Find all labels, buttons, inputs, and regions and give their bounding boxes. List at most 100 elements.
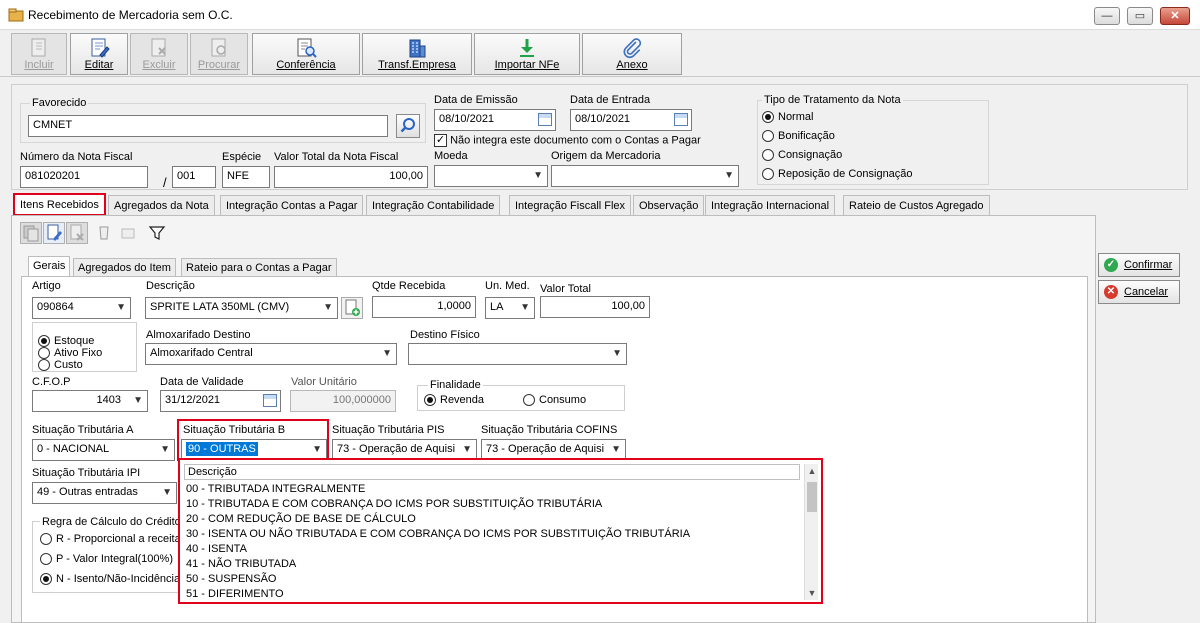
tab-observacao[interactable]: Observação xyxy=(633,195,705,215)
edit-item-icon[interactable] xyxy=(43,222,65,244)
sit-b-dropdown-list: Descrição 00 - TRIBUTADA INTEGRALMENTE 1… xyxy=(178,458,823,604)
list-item[interactable]: 30 - ISENTA OU NÃO TRIBUTADA E COM COBRA… xyxy=(186,528,690,540)
app-icon xyxy=(8,8,24,22)
data-emissao-field[interactable]: 08/10/2021 xyxy=(434,109,556,131)
chevron-down-icon: ▼ xyxy=(520,302,530,313)
unmed-select[interactable]: LA ▼ xyxy=(485,297,535,319)
validade-field[interactable]: 31/12/2021 xyxy=(160,390,281,412)
tab-integracao-contabilidade[interactable]: Integração Contabilidade xyxy=(366,195,501,215)
ativo-fixo-radio[interactable]: Ativo Fixo xyxy=(38,347,102,360)
list-item[interactable]: 10 - TRIBUTADA E COM COBRANÇA DO ICMS PO… xyxy=(186,498,602,510)
regra-n-radio[interactable]: N - Isento/Não-Incidência xyxy=(40,573,180,586)
custo-radio[interactable]: Custo xyxy=(38,359,83,372)
cup-icon[interactable] xyxy=(96,225,112,241)
excluir-button[interactable]: Excluir xyxy=(130,33,188,75)
delete-item-icon[interactable] xyxy=(66,222,88,244)
tab-agregados-nota[interactable]: Agregados da Nota xyxy=(108,195,215,215)
descricao-label: Descrição xyxy=(146,280,195,292)
valor-total-item-field[interactable]: 100,00 xyxy=(540,296,650,318)
tab-integracao-contas-pagar[interactable]: Integração Contas a Pagar xyxy=(220,195,364,215)
tratamento-bonificacao-radio[interactable]: Bonificação xyxy=(762,130,835,143)
especie-field[interactable]: NFE xyxy=(222,166,270,188)
qtde-field[interactable]: 1,0000 xyxy=(372,296,476,318)
scroll-thumb[interactable] xyxy=(807,482,817,512)
origem-select[interactable]: ▼ xyxy=(551,165,739,187)
confirmar-button[interactable]: ✓ Confirmar xyxy=(1098,253,1180,277)
calendar-icon[interactable] xyxy=(674,113,688,126)
list-item[interactable]: 00 - TRIBUTADA INTEGRALMENTE xyxy=(186,483,365,495)
image-icon[interactable] xyxy=(120,225,136,241)
especie-label: Espécie xyxy=(222,151,262,163)
serie-field[interactable]: 001 xyxy=(172,166,216,188)
tratamento-normal-radio[interactable]: Normal xyxy=(762,111,813,124)
chevron-down-icon: ▼ xyxy=(462,444,472,455)
add-artigo-button[interactable] xyxy=(341,297,363,319)
title-bar: Recebimento de Mercadoria sem O.C. — ▭ ✕ xyxy=(0,0,1200,30)
tab-integracao-internacional[interactable]: Integração Internacional xyxy=(705,195,836,215)
close-button[interactable]: ✕ xyxy=(1160,7,1190,25)
scroll-up-icon[interactable]: ▲ xyxy=(805,466,819,476)
cancelar-button[interactable]: ✕ Cancelar xyxy=(1098,280,1180,304)
chevron-down-icon: ▼ xyxy=(116,302,126,313)
tratamento-consignacao-radio[interactable]: Consignação xyxy=(762,149,842,162)
data-entrada-field[interactable]: 08/10/2021 xyxy=(570,109,692,131)
moeda-select[interactable]: ▼ xyxy=(434,165,548,187)
dropdown-scrollbar[interactable]: ▲ ▼ xyxy=(804,464,818,600)
importar-nfe-button[interactable]: Importar NFe xyxy=(474,33,580,75)
favorecido-label: Favorecido xyxy=(30,97,89,109)
incluir-button[interactable]: Incluir xyxy=(11,33,67,75)
checkbox-check-icon[interactable]: ✓ xyxy=(434,134,447,147)
destino-select[interactable]: ▼ xyxy=(408,343,627,365)
tab-agregados-item[interactable]: Agregados do Item xyxy=(73,258,176,276)
conferencia-button[interactable]: Conferência xyxy=(252,33,360,75)
descricao-select[interactable]: SPRITE LATA 350ML (CMV) ▼ xyxy=(145,297,338,319)
regra-r-radio[interactable]: R - Proporcional a receita xyxy=(40,533,180,546)
consumo-radio[interactable]: Consumo xyxy=(523,394,586,407)
valor-total-nf-field[interactable]: 100,00 xyxy=(274,166,428,188)
tab-gerais[interactable]: Gerais xyxy=(28,256,71,276)
estoque-radio[interactable]: Estoque xyxy=(38,335,94,348)
almox-select[interactable]: Almoxarifado Central ▼ xyxy=(145,343,397,365)
favorecido-field[interactable]: CMNET xyxy=(28,115,388,137)
chevron-down-icon: ▼ xyxy=(382,348,392,359)
tab-rateio-custos[interactable]: Rateio de Custos Agregado xyxy=(843,195,990,215)
editar-button[interactable]: Editar xyxy=(70,33,128,75)
tab-rateio-contas-pagar[interactable]: Rateio para o Contas a Pagar xyxy=(181,258,337,276)
finalidade-label: Finalidade xyxy=(428,379,483,391)
artigo-select[interactable]: 090864 ▼ xyxy=(32,297,131,319)
copy-item-icon[interactable] xyxy=(20,222,42,244)
calendar-icon[interactable] xyxy=(263,394,277,407)
favorecido-search-button[interactable] xyxy=(396,114,420,138)
toolbar: Incluir Editar Excluir Procurar Conferên… xyxy=(0,31,1200,77)
scroll-down-icon[interactable]: ▼ xyxy=(805,588,819,598)
download-arrow-icon xyxy=(520,39,534,57)
transf-empresa-button[interactable]: Transf.Empresa xyxy=(362,33,472,75)
list-item[interactable]: 50 - SUSPENSÃO xyxy=(186,573,276,585)
valor-unit-field: 100,000000 xyxy=(290,390,396,412)
list-item[interactable]: 51 - DIFERIMENTO xyxy=(186,588,284,600)
sit-ipi-select[interactable]: 49 - Outras entradas ▼ xyxy=(32,482,177,504)
nao-integra-checkbox[interactable]: ✓ Não integra este documento com o Conta… xyxy=(434,134,701,147)
tratamento-reposicao-radio[interactable]: Reposição de Consignação xyxy=(762,168,913,181)
list-item[interactable]: 20 - COM REDUÇÃO DE BASE DE CÁLCULO xyxy=(186,513,416,525)
calendar-icon[interactable] xyxy=(538,113,552,126)
new-document-icon xyxy=(31,38,46,57)
procurar-button[interactable]: Procurar xyxy=(190,33,248,75)
sit-pis-label: Situação Tributária PIS xyxy=(332,424,445,436)
list-item[interactable]: 40 - ISENTA xyxy=(186,543,247,555)
maximize-button[interactable]: ▭ xyxy=(1127,7,1153,25)
regra-p-radio[interactable]: P - Valor Integral(100%) xyxy=(40,553,180,566)
list-item[interactable]: 41 - NÃO TRIBUTADA xyxy=(186,558,296,570)
tab-integracao-fiscall-flex[interactable]: Integração Fiscall Flex xyxy=(509,195,632,215)
cfop-select[interactable]: 1403 ▼ xyxy=(32,390,148,412)
tab-itens-recebidos[interactable]: Itens Recebidos xyxy=(13,193,106,216)
numero-nf-field[interactable]: 081020201 xyxy=(20,166,148,188)
sit-a-select[interactable]: 0 - NACIONAL ▼ xyxy=(32,439,175,461)
valor-total-item-label: Valor Total xyxy=(540,283,591,295)
filter-icon[interactable] xyxy=(148,225,166,241)
radio-selected-icon xyxy=(38,335,50,348)
revenda-radio[interactable]: Revenda xyxy=(424,394,484,407)
radio-icon xyxy=(762,149,774,162)
minimize-button[interactable]: — xyxy=(1094,7,1120,25)
anexo-button[interactable]: Anexo xyxy=(582,33,682,75)
